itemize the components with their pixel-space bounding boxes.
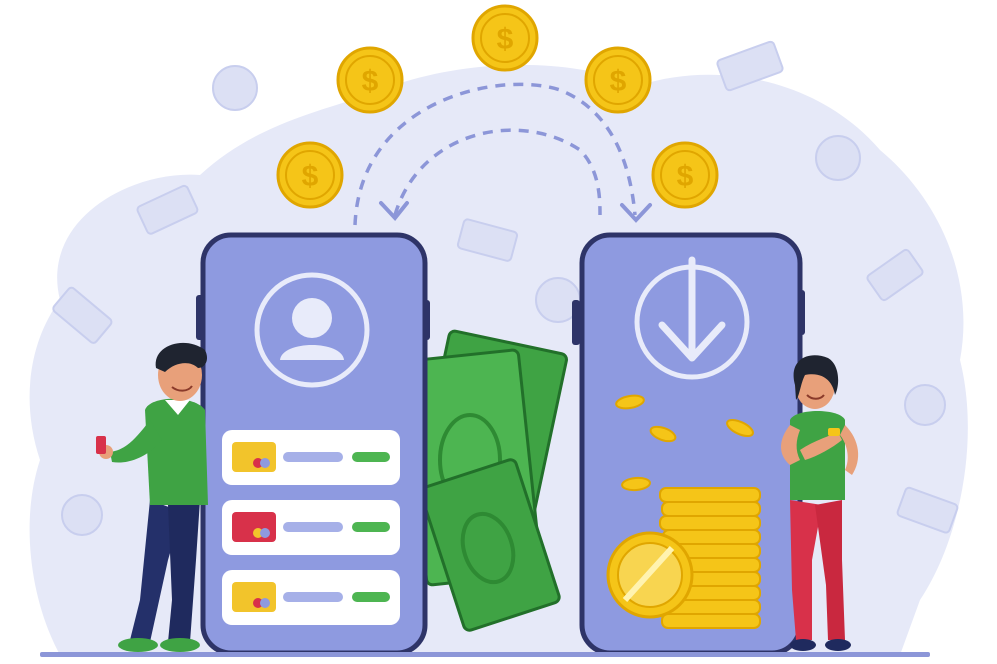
phone-icon — [828, 428, 840, 436]
ground-line — [40, 652, 930, 657]
coin-icon: $ — [336, 46, 404, 114]
large-coin-icon — [606, 531, 694, 619]
faint-dollar-icon — [904, 384, 946, 426]
svg-text:$: $ — [610, 65, 627, 98]
card-row — [222, 430, 400, 485]
card-row — [222, 500, 400, 555]
faint-dollar-icon — [815, 135, 861, 181]
card-row — [222, 570, 400, 625]
coin-icon: $ — [471, 4, 539, 72]
coin-icon: $ — [651, 141, 719, 209]
user-icon — [254, 272, 370, 388]
sender-phone — [196, 232, 430, 656]
svg-text:$: $ — [497, 23, 514, 56]
card-icon — [232, 582, 276, 612]
svg-text:$: $ — [302, 160, 319, 193]
phone-icon — [96, 436, 106, 454]
coin-icon: $ — [276, 141, 344, 209]
faint-dollar-icon — [61, 494, 103, 536]
money-transfer-illustration: $ $ $ $ $ — [0, 0, 997, 664]
svg-text:$: $ — [362, 65, 379, 98]
card-icon — [232, 442, 276, 472]
coin-icon: $ — [584, 46, 652, 114]
illustration-canvas: $ $ $ $ $ — [29, 4, 968, 657]
card-icon — [232, 512, 276, 542]
receiver-phone — [572, 232, 805, 656]
svg-text:$: $ — [677, 160, 694, 193]
faint-dollar-icon — [212, 65, 258, 111]
